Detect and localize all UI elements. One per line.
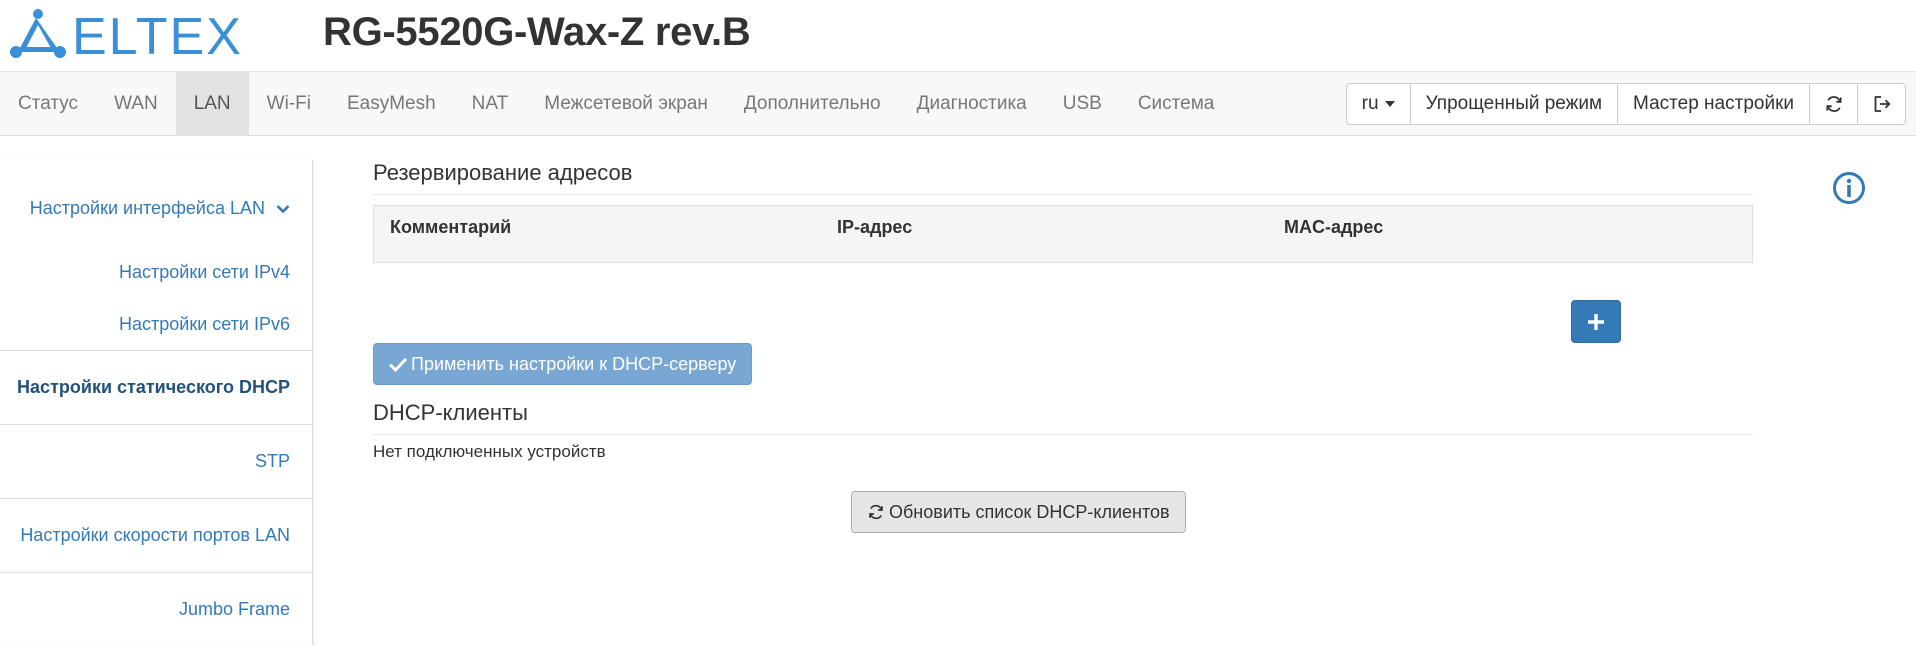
apply-button-label: Применить настройки к DHCP-серверу	[411, 354, 737, 374]
sidebar-group-lan: Настройки интерфейса LAN Настройки сети …	[0, 160, 312, 351]
main-content: Резервирование адресов Комментарий IP-ад…	[373, 160, 1753, 533]
sidebar-item-ipv4[interactable]: Настройки сети IPv4	[0, 246, 312, 298]
add-reservation-button[interactable]	[1571, 300, 1621, 343]
sidebar-group-static-dhcp: Настройки статического DHCP	[0, 351, 312, 425]
sidebar-item-lan-interface[interactable]: Настройки интерфейса LAN	[0, 160, 312, 246]
column-mac-address: MAC-адрес	[1284, 217, 1384, 237]
tab-lan[interactable]: LAN	[175, 72, 249, 136]
header: ELTEX RG-5520G-Wax-Z rev.B	[0, 0, 1916, 72]
nav-tabs: Статус WAN LAN Wi-Fi EasyMesh NAT Межсет…	[0, 72, 1232, 136]
nav-right-group: ru Упрощенный режим Мастер настройки	[1345, 83, 1906, 125]
tab-wan[interactable]: WAN	[96, 72, 176, 136]
checkmark-icon	[388, 357, 408, 372]
brand-wordmark: ELTEX	[72, 8, 243, 60]
device-title: RG-5520G-Wax-Z rev.B	[323, 10, 751, 54]
apply-dhcp-settings-button[interactable]: Применить настройки к DHCP-серверу	[373, 343, 753, 385]
sidebar-item-port-speed[interactable]: Настройки скорости портов LAN	[0, 499, 312, 572]
reservation-section-title: Резервирование адресов	[373, 160, 1753, 195]
sidebar-item-jumbo-frame[interactable]: Jumbo Frame	[0, 573, 312, 646]
tab-advanced[interactable]: Дополнительно	[726, 72, 899, 136]
tab-usb[interactable]: USB	[1045, 72, 1120, 136]
column-comment: Комментарий	[390, 217, 512, 237]
main-navbar: Статус WAN LAN Wi-Fi EasyMesh NAT Межсет…	[0, 71, 1916, 136]
tab-wifi[interactable]: Wi-Fi	[249, 72, 329, 136]
sidebar-item-label: Настройки интерфейса LAN	[29, 198, 265, 218]
simple-mode-button[interactable]: Упрощенный режим	[1409, 84, 1617, 124]
refresh-icon	[869, 504, 883, 520]
sidebar-group-jumbo: Jumbo Frame	[0, 573, 312, 646]
refresh-button-label: Обновить список DHCP-клиентов	[889, 502, 1170, 522]
logout-icon	[1874, 96, 1890, 112]
refresh-dhcp-clients-button[interactable]: Обновить список DHCP-клиентов	[851, 491, 1186, 533]
tab-nat[interactable]: NAT	[454, 72, 527, 136]
refresh-button[interactable]	[1809, 84, 1857, 124]
dhcp-clients-title: DHCP-клиенты	[373, 400, 1753, 435]
plus-icon	[1588, 313, 1604, 330]
logout-button[interactable]	[1857, 84, 1905, 124]
language-label: ru	[1361, 93, 1379, 114]
tab-easymesh[interactable]: EasyMesh	[329, 72, 454, 136]
language-dropdown[interactable]: ru	[1347, 84, 1410, 124]
sidebar: Настройки интерфейса LAN Настройки сети …	[0, 160, 313, 645]
sidebar-item-stp[interactable]: STP	[0, 425, 312, 498]
tab-system[interactable]: Система	[1120, 72, 1233, 136]
tab-diagnostics[interactable]: Диагностика	[899, 72, 1045, 136]
info-icon[interactable]	[1832, 171, 1866, 205]
setup-wizard-button[interactable]: Мастер настройки	[1617, 84, 1809, 124]
caret-down-icon	[1384, 101, 1395, 107]
chevron-down-icon	[276, 205, 290, 214]
sidebar-group-port-speed: Настройки скорости портов LAN	[0, 499, 312, 573]
column-ip-address: IP-адрес	[837, 217, 913, 237]
sidebar-item-ipv6[interactable]: Настройки сети IPv6	[0, 298, 312, 350]
reservation-table-header: Комментарий IP-адрес MAC-адрес	[373, 205, 1753, 263]
refresh-icon	[1825, 96, 1842, 112]
eltex-logo: ELTEX	[10, 8, 243, 60]
sidebar-item-static-dhcp[interactable]: Настройки статического DHCP	[0, 351, 312, 424]
sidebar-group-stp: STP	[0, 425, 312, 499]
dhcp-clients-section: DHCP-клиенты	[373, 400, 1753, 435]
tab-status[interactable]: Статус	[0, 72, 96, 136]
no-devices-message: Нет подключенных устройств	[373, 442, 606, 461]
tab-firewall[interactable]: Межсетевой экран	[526, 72, 726, 136]
